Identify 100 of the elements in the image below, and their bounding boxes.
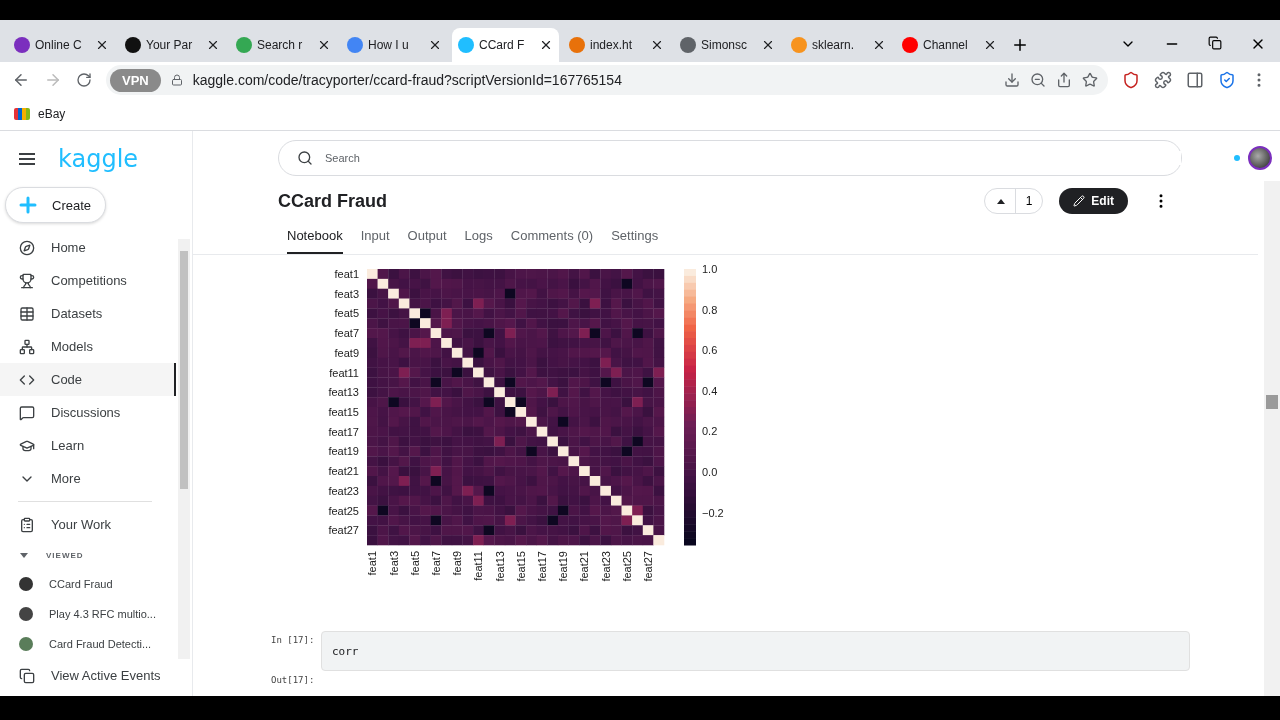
- nav-item[interactable]: Competitions: [0, 264, 176, 297]
- viewed-item[interactable]: Play 4.3 RFC multio...: [0, 599, 192, 629]
- page-tab[interactable]: Notebook: [287, 228, 343, 254]
- install-icon[interactable]: [1004, 72, 1020, 88]
- close-icon[interactable]: [539, 38, 553, 52]
- page-tab[interactable]: Settings: [611, 228, 659, 254]
- axis-label: feat1: [366, 551, 379, 576]
- search-icon: [297, 150, 313, 166]
- axis-label: feat23: [328, 484, 359, 497]
- shield-icon[interactable]: [1122, 71, 1140, 89]
- close-icon[interactable]: [761, 38, 775, 52]
- browser-tab[interactable]: Channel: [896, 28, 1003, 62]
- axis-label: feat5: [334, 307, 359, 320]
- page-tab[interactable]: Comments (0): [510, 228, 594, 254]
- browser-tab[interactable]: Online C: [8, 28, 115, 62]
- browser-tab[interactable]: sklearn.: [785, 28, 892, 62]
- axis-label: feat15: [328, 405, 359, 418]
- nav-item[interactable]: Discussions: [0, 396, 176, 429]
- browser-tab[interactable]: Simonsc: [674, 28, 781, 62]
- create-button[interactable]: Create: [5, 187, 106, 223]
- upvote-button[interactable]: 1: [983, 188, 1044, 214]
- nav-item[interactable]: View Active Events: [0, 659, 176, 692]
- nav-item[interactable]: Models: [0, 330, 176, 363]
- scrollbar[interactable]: [178, 239, 190, 659]
- restore-icon[interactable]: [1208, 36, 1222, 50]
- nav-item[interactable]: Learn: [0, 429, 176, 462]
- browser-tab[interactable]: CCard F: [452, 28, 559, 62]
- reload-icon[interactable]: [76, 72, 92, 88]
- zoom-icon[interactable]: [1030, 72, 1046, 88]
- browser-tab[interactable]: index.ht: [563, 28, 670, 62]
- axis-label: feat11: [472, 551, 485, 581]
- close-icon[interactable]: [317, 38, 331, 52]
- network-icon: [19, 338, 35, 355]
- page-tab[interactable]: Output: [407, 228, 447, 254]
- lock-icon[interactable]: [170, 74, 183, 86]
- axis-label: feat3: [387, 551, 400, 576]
- axis-label: feat7: [334, 327, 359, 340]
- bookmark-star-icon[interactable]: [1082, 72, 1098, 88]
- axis-label: feat1: [334, 267, 359, 280]
- axis-label: feat19: [328, 445, 359, 458]
- table-icon: [19, 305, 35, 322]
- caret-icon[interactable]: [20, 552, 28, 558]
- page-tab[interactable]: Logs: [464, 228, 493, 254]
- close-icon[interactable]: [983, 38, 997, 52]
- axis-label: feat19: [557, 551, 570, 582]
- tick-label: 1.0: [702, 263, 718, 275]
- axis-label: feat7: [429, 551, 442, 576]
- nav-item[interactable]: Datasets: [0, 297, 176, 330]
- notebook-title: CCard Fraud: [278, 190, 388, 212]
- pencil-icon: [1073, 195, 1086, 207]
- browser-tab[interactable]: Search r: [230, 28, 337, 62]
- axis-label: feat11: [329, 366, 359, 379]
- browser-tab[interactable]: How I u: [341, 28, 448, 62]
- code-cell[interactable]: corr: [321, 631, 1190, 671]
- close-icon[interactable]: [872, 38, 886, 52]
- axis-label: feat25: [328, 504, 359, 517]
- chat-icon: [19, 404, 35, 421]
- page-tab[interactable]: Input: [360, 228, 390, 254]
- close-icon[interactable]: [650, 38, 664, 52]
- axis-label: feat9: [451, 551, 464, 576]
- close-icon[interactable]: [95, 38, 109, 52]
- tick-label: 0.8: [702, 303, 718, 316]
- nav-item[interactable]: Home: [0, 231, 176, 264]
- scrollbar[interactable]: [1264, 181, 1280, 696]
- extensions-icon[interactable]: [1154, 71, 1172, 89]
- side-panel-icon[interactable]: [1186, 71, 1204, 89]
- trophy-icon: [19, 272, 35, 289]
- axis-label: feat15: [514, 551, 527, 582]
- tick-label: 0.6: [702, 344, 718, 357]
- share-icon[interactable]: [1056, 72, 1072, 88]
- axis-label: feat21: [328, 465, 359, 478]
- url-text[interactable]: kaggle.com/code/tracyporter/ccard-fraud?scriptVersionId=167765154: [192, 72, 994, 88]
- cell-prompt: Out[17]:: [271, 674, 316, 685]
- edit-button[interactable]: Edit: [1059, 188, 1128, 214]
- nav-item[interactable]: Code: [0, 363, 176, 396]
- close-icon[interactable]: [206, 38, 220, 52]
- close-icon[interactable]: [428, 38, 442, 52]
- back-icon[interactable]: [12, 71, 30, 89]
- tick-label: 0.2: [702, 425, 718, 438]
- axis-label: feat9: [334, 346, 359, 359]
- browser-tab[interactable]: Your Par: [119, 28, 226, 62]
- axis-label: feat25: [620, 551, 633, 582]
- viewed-item[interactable]: Card Fraud Detecti...: [0, 629, 192, 659]
- section-heading: VIEWED: [46, 550, 84, 560]
- axis-label: feat21: [578, 551, 591, 582]
- nav-item[interactable]: Your Work: [0, 508, 176, 541]
- tick-label: 0.4: [702, 384, 718, 397]
- avatar[interactable]: [1248, 146, 1272, 170]
- menu-icon[interactable]: [18, 152, 36, 166]
- viewed-item[interactable]: CCard Fraud: [0, 569, 192, 599]
- bookmark[interactable]: eBay: [38, 107, 66, 121]
- axis-label: feat17: [328, 425, 359, 438]
- shield-check-icon[interactable]: [1218, 71, 1236, 89]
- new-tab-icon[interactable]: [1011, 36, 1029, 54]
- copy-icon: [19, 667, 35, 684]
- notification-dot: [1234, 155, 1240, 161]
- nav-item[interactable]: More: [0, 462, 176, 495]
- tick-label: −0.2: [702, 506, 724, 519]
- axis-label: feat13: [328, 386, 359, 399]
- axis-label: feat13: [493, 551, 506, 582]
